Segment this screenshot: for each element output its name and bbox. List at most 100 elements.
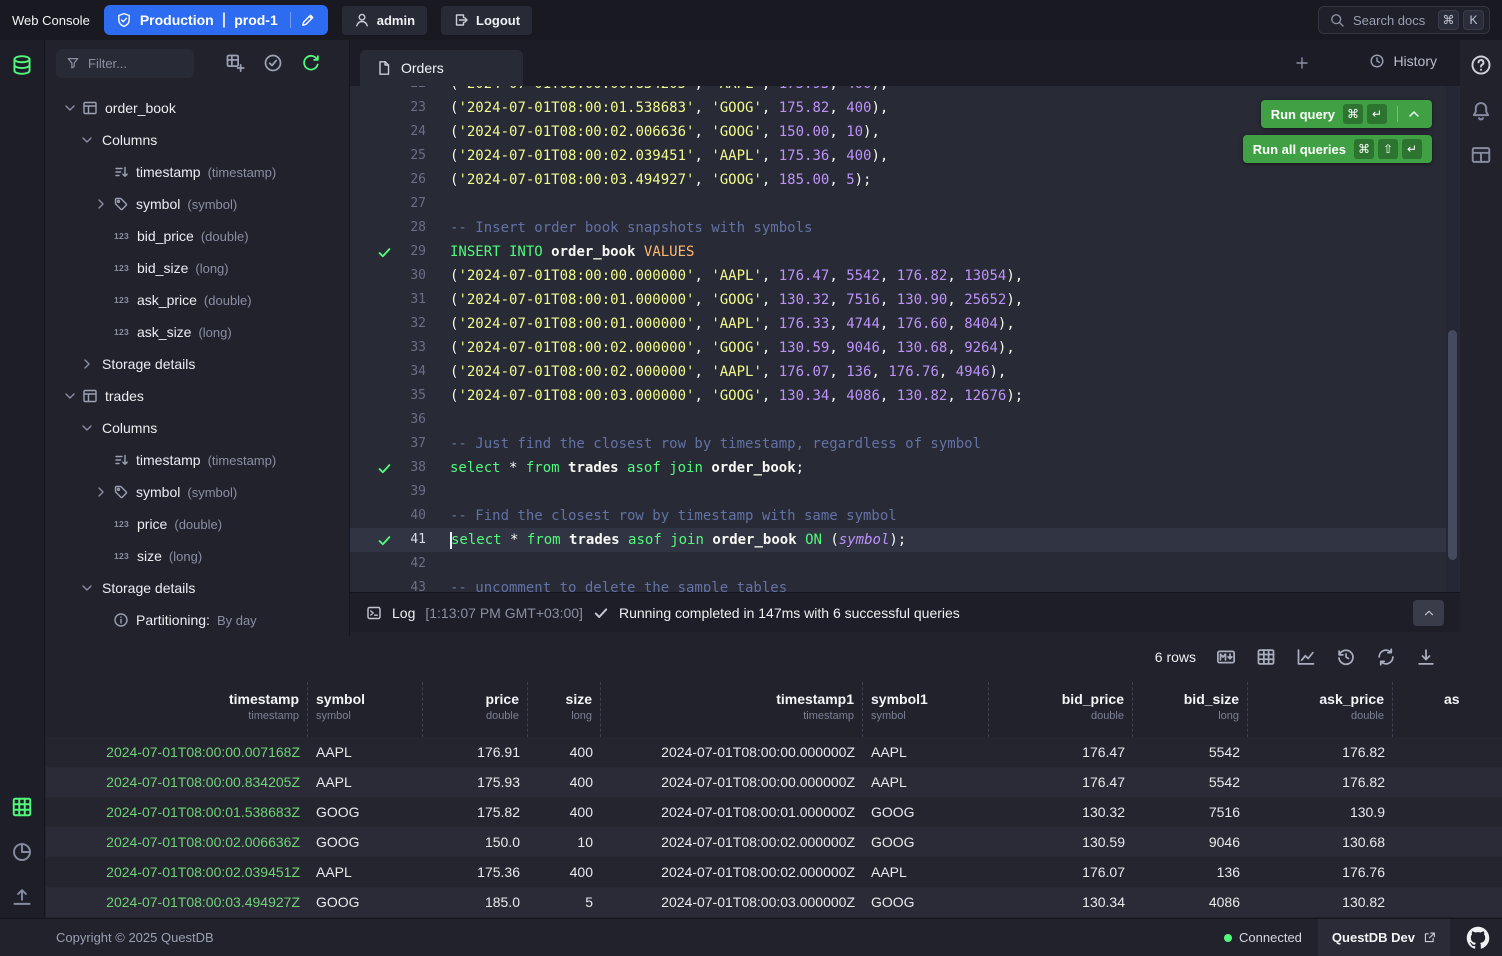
cell-timestamp[interactable]: 2024-07-01T08:00:02.006636Z — [46, 834, 308, 850]
refresh-schema-icon[interactable] — [301, 53, 321, 73]
cell-bid_size[interactable]: 5542 — [1133, 774, 1248, 790]
code-line-34[interactable]: 34('2024-07-01T08:00:02.000000', 'AAPL',… — [350, 360, 1446, 384]
cell-bid_price[interactable]: 130.34 — [989, 894, 1133, 910]
tree-item-price[interactable]: 123price(double) — [46, 508, 349, 540]
cell-ask_price[interactable]: 176.82 — [1248, 744, 1393, 760]
cell-timestamp[interactable]: 2024-07-01T08:00:01.538683Z — [46, 804, 308, 820]
cell-bid_price[interactable]: 176.07 — [989, 864, 1133, 880]
cell-bid_price[interactable]: 130.59 — [989, 834, 1133, 850]
cell-symbol1[interactable]: AAPL — [863, 864, 989, 880]
cell-price[interactable]: 176.91 — [423, 744, 528, 760]
results-panel-icon[interactable] — [1470, 144, 1492, 166]
code-line-38[interactable]: 38select * from trades asof join order_b… — [350, 456, 1446, 480]
help-icon[interactable] — [1470, 54, 1492, 76]
chevron-down-icon[interactable] — [79, 132, 95, 148]
cell-timestamp[interactable]: 2024-07-01T08:00:00.834205Z — [46, 774, 308, 790]
table-row[interactable]: 2024-07-01T08:00:02.039451ZAAPL175.36400… — [46, 857, 1502, 887]
table-row[interactable]: 2024-07-01T08:00:03.494927ZGOOG185.05202… — [46, 887, 1502, 917]
code-line-33[interactable]: 33('2024-07-01T08:00:02.000000', 'GOOG',… — [350, 336, 1446, 360]
chevron-down-icon[interactable] — [62, 388, 78, 404]
cell-timestamp[interactable]: 2024-07-01T08:00:00.007168Z — [46, 744, 308, 760]
cell-timestamp[interactable]: 2024-07-01T08:00:02.039451Z — [46, 864, 308, 880]
chevron-right-icon[interactable] — [93, 196, 109, 212]
cell-ask_price[interactable]: 130.68 — [1248, 834, 1393, 850]
code-line-26[interactable]: 26('2024-07-01T08:00:03.494927', 'GOOG',… — [350, 168, 1446, 192]
table-row[interactable]: 2024-07-01T08:00:00.007168ZAAPL176.91400… — [46, 737, 1502, 767]
cell-bid_price[interactable]: 176.47 — [989, 744, 1133, 760]
code-line-31[interactable]: 31('2024-07-01T08:00:01.000000', 'GOOG',… — [350, 288, 1446, 312]
select-tables-icon[interactable] — [263, 53, 283, 73]
cell-symbol1[interactable]: GOOG — [863, 894, 989, 910]
code-line-32[interactable]: 32('2024-07-01T08:00:01.000000', 'AAPL',… — [350, 312, 1446, 336]
code-line-40[interactable]: 40-- Find the closest row by timestamp w… — [350, 504, 1446, 528]
build-info-button[interactable]: QuestDB Dev — [1318, 919, 1450, 956]
pie-chart-icon[interactable] — [11, 841, 33, 863]
grid-icon[interactable] — [1256, 647, 1276, 667]
cell-ask_price[interactable]: 130.82 — [1248, 894, 1393, 910]
cell-price[interactable]: 175.82 — [423, 804, 528, 820]
cell-price[interactable]: 150.0 — [423, 834, 528, 850]
column-header-as[interactable]: as — [1393, 682, 1502, 737]
editor-scrollbar[interactable] — [1446, 86, 1459, 592]
chart-icon[interactable] — [1296, 647, 1316, 667]
tree-item-trades[interactable]: trades — [46, 380, 349, 412]
tree-item-bid-size[interactable]: 123bid_size(long) — [46, 252, 349, 284]
code-line-39[interactable]: 39 — [350, 480, 1446, 504]
cell-symbol[interactable]: GOOG — [308, 834, 423, 850]
cell-size[interactable]: 400 — [528, 774, 601, 790]
grid-view-icon[interactable] — [11, 796, 33, 818]
cell-bid_size[interactable]: 136 — [1133, 864, 1248, 880]
code-line-43[interactable]: 43-- uncomment to delete the sample tabl… — [350, 576, 1446, 592]
tree-item-timestamp[interactable]: timestamp(timestamp) — [46, 156, 349, 188]
add-table-icon[interactable] — [225, 53, 245, 73]
cell-symbol1[interactable]: AAPL — [863, 774, 989, 790]
logout-button[interactable]: Logout — [441, 6, 532, 35]
cell-size[interactable]: 5 — [528, 894, 601, 910]
tree-item-columns[interactable]: Columns — [46, 412, 349, 444]
edit-instance-button[interactable] — [290, 12, 316, 28]
column-header-bid_size[interactable]: bid_sizelong — [1133, 682, 1248, 737]
code-line-27[interactable]: 27 — [350, 192, 1446, 216]
run-dropdown-toggle[interactable] — [1397, 106, 1422, 122]
cell-symbol[interactable]: GOOG — [308, 894, 423, 910]
chevron-down-icon[interactable] — [79, 420, 95, 436]
code-line-36[interactable]: 36 — [350, 408, 1446, 432]
tree-item-order-book[interactable]: order_book — [46, 92, 349, 124]
column-header-timestamp[interactable]: timestamptimestamp — [46, 682, 308, 737]
cell-symbol1[interactable]: AAPL — [863, 744, 989, 760]
column-header-symbol[interactable]: symbolsymbol — [308, 682, 423, 737]
column-header-ask_price[interactable]: ask_pricedouble — [1248, 682, 1393, 737]
query-success-icon[interactable] — [377, 245, 392, 260]
new-tab-icon[interactable] — [1294, 55, 1310, 71]
chevron-down-icon[interactable] — [62, 100, 78, 116]
database-icon[interactable] — [11, 54, 33, 76]
clock-refresh-icon[interactable] — [1336, 647, 1356, 667]
code-line-22[interactable]: 22('2024-07-01T08:00:00.834205', 'AAPL',… — [350, 86, 1446, 96]
tree-item-ask-price[interactable]: 123ask_price(double) — [46, 284, 349, 316]
code-line-28[interactable]: 28-- Insert order book snapshots with sy… — [350, 216, 1446, 240]
chevron-down-icon[interactable] — [79, 580, 95, 596]
collapse-log-button[interactable] — [1413, 600, 1444, 626]
tree-item-columns[interactable]: Columns — [46, 124, 349, 156]
refresh2-icon[interactable] — [1376, 647, 1396, 667]
cell-size[interactable]: 400 — [528, 804, 601, 820]
search-docs-button[interactable]: Search docs ⌘K — [1318, 6, 1490, 34]
cell-bid_size[interactable]: 9046 — [1133, 834, 1248, 850]
tab-orders[interactable]: Orders — [360, 50, 523, 86]
sql-editor[interactable]: 22('2024-07-01T08:00:00.834205', 'AAPL',… — [350, 86, 1460, 592]
cell-timestamp1[interactable]: 2024-07-01T08:00:00.000000Z — [601, 774, 863, 790]
cell-price[interactable]: 185.0 — [423, 894, 528, 910]
cell-ask_price[interactable]: 176.82 — [1248, 774, 1393, 790]
cell-bid_price[interactable]: 130.32 — [989, 804, 1133, 820]
cell-timestamp[interactable]: 2024-07-01T08:00:03.494927Z — [46, 894, 308, 910]
run-query-button[interactable]: Run query ⌘↵ — [1261, 100, 1432, 128]
column-header-bid_price[interactable]: bid_pricedouble — [989, 682, 1133, 737]
cell-price[interactable]: 175.36 — [423, 864, 528, 880]
chevron-right-icon[interactable] — [79, 356, 95, 372]
cell-ask_price[interactable]: 176.76 — [1248, 864, 1393, 880]
cell-symbol1[interactable]: GOOG — [863, 834, 989, 850]
cell-bid_size[interactable]: 5542 — [1133, 744, 1248, 760]
markdown-icon[interactable] — [1216, 647, 1236, 667]
code-line-37[interactable]: 37-- Just find the closest row by timest… — [350, 432, 1446, 456]
import-icon[interactable] — [11, 886, 33, 908]
